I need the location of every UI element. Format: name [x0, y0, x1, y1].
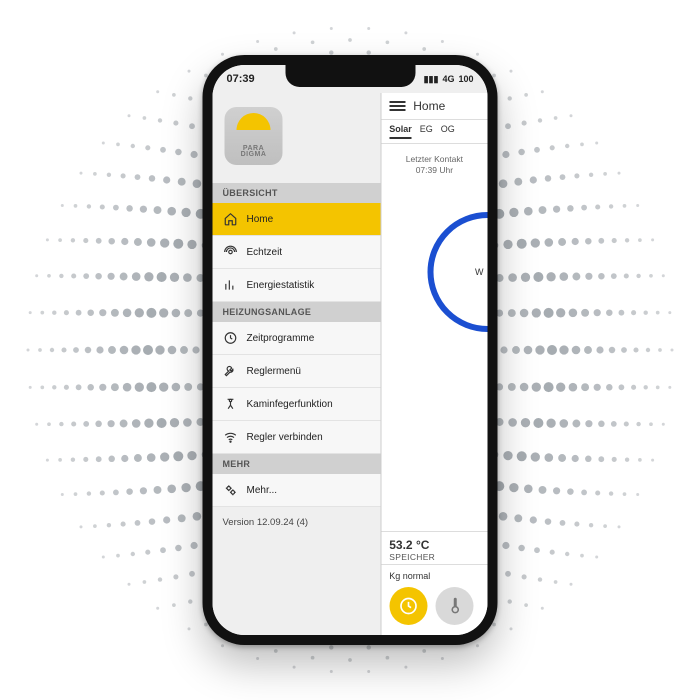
- tab-solar[interactable]: Solar: [389, 124, 412, 139]
- brand-logo-wrap: PARA DIGMA: [213, 93, 381, 183]
- wifi-icon: [223, 429, 239, 445]
- section-heating: HEIZUNGSANLAGE: [213, 302, 381, 322]
- nav-label-schedules: Zeitprogramme: [247, 333, 315, 344]
- phone-frame: 07:39 ▮▮▮ 4G 100 PARA DIGMA: [203, 55, 498, 645]
- nav-item-home[interactable]: Home: [213, 203, 381, 236]
- tab-eg[interactable]: EG: [420, 124, 433, 139]
- gauge-letter: W: [475, 267, 484, 277]
- main-panel: Home Solar EG OG Letzter Kontakt 07:39 U…: [380, 93, 487, 635]
- brand-logo: PARA DIGMA: [225, 107, 283, 165]
- battery-label: 100: [458, 74, 473, 84]
- nav-item-connect[interactable]: Regler verbinden: [213, 421, 381, 454]
- network-label: 4G: [442, 74, 454, 84]
- nav-label-regler: Reglermenü: [247, 366, 301, 377]
- chimney-icon: [223, 396, 239, 412]
- version-label: Version 12.09.24 (4): [213, 507, 381, 538]
- kg-row: Kg normal: [381, 564, 487, 581]
- thermo-fab[interactable]: [435, 587, 473, 625]
- nav-label-energy: Energiestatistik: [247, 280, 315, 291]
- nav-item-kaminfeger[interactable]: Kaminfegerfunktion: [213, 388, 381, 421]
- nav-item-schedules[interactable]: Zeitprogramme: [213, 322, 381, 355]
- screen: 07:39 ▮▮▮ 4G 100 PARA DIGMA: [213, 65, 488, 635]
- menu-icon[interactable]: [389, 99, 405, 113]
- last-contact-label: Letzter Kontakt: [385, 154, 483, 165]
- nav-label-kaminfeger: Kaminfegerfunktion: [247, 399, 333, 410]
- brand-sun-icon: [237, 113, 271, 130]
- statusbar-time: 07:39: [227, 73, 255, 85]
- wrench-icon: [223, 363, 239, 379]
- tab-og[interactable]: OG: [441, 124, 455, 139]
- nav-item-energy[interactable]: Energiestatistik: [213, 269, 381, 302]
- section-overview: ÜBERSICHT: [213, 183, 381, 203]
- nav-label-realtime: Echtzeit: [247, 247, 283, 258]
- stats-icon: [223, 277, 239, 293]
- temperature-value: 53.2 °C: [389, 538, 479, 552]
- home-icon: [223, 211, 239, 227]
- nav-label-more: Mehr...: [247, 485, 278, 496]
- schedule-fab[interactable]: [389, 587, 427, 625]
- temperature-readout: 53.2 °C SPEICHER: [381, 531, 487, 564]
- statusbar-right: ▮▮▮ 4G 100: [424, 74, 474, 85]
- main-header: Home: [381, 93, 487, 120]
- tab-bar: Solar EG OG: [381, 120, 487, 144]
- nav-item-realtime[interactable]: Echtzeit: [213, 236, 381, 269]
- signal-icon: ▮▮▮: [424, 74, 439, 85]
- realtime-icon: [223, 244, 239, 260]
- bottom-buttons: [381, 581, 487, 635]
- nav-item-regler[interactable]: Reglermenü: [213, 355, 381, 388]
- section-more: MEHR: [213, 454, 381, 474]
- brand-text: PARA DIGMA: [225, 146, 283, 159]
- gauge-area: W: [381, 182, 487, 531]
- page-title: Home: [413, 99, 445, 113]
- nav-label-connect: Regler verbinden: [247, 432, 323, 443]
- nav-label-home: Home: [247, 214, 274, 225]
- phone-notch: [285, 65, 415, 87]
- nav-item-more[interactable]: Mehr...: [213, 474, 381, 507]
- gear-icon: [223, 482, 239, 498]
- last-contact: Letzter Kontakt 07:39 Uhr: [381, 144, 487, 182]
- last-contact-time: 07:39 Uhr: [385, 165, 483, 176]
- clock-icon: [223, 330, 239, 346]
- temperature-label: SPEICHER: [389, 552, 479, 562]
- nav-drawer: PARA DIGMA ÜBERSICHT Home: [213, 93, 381, 635]
